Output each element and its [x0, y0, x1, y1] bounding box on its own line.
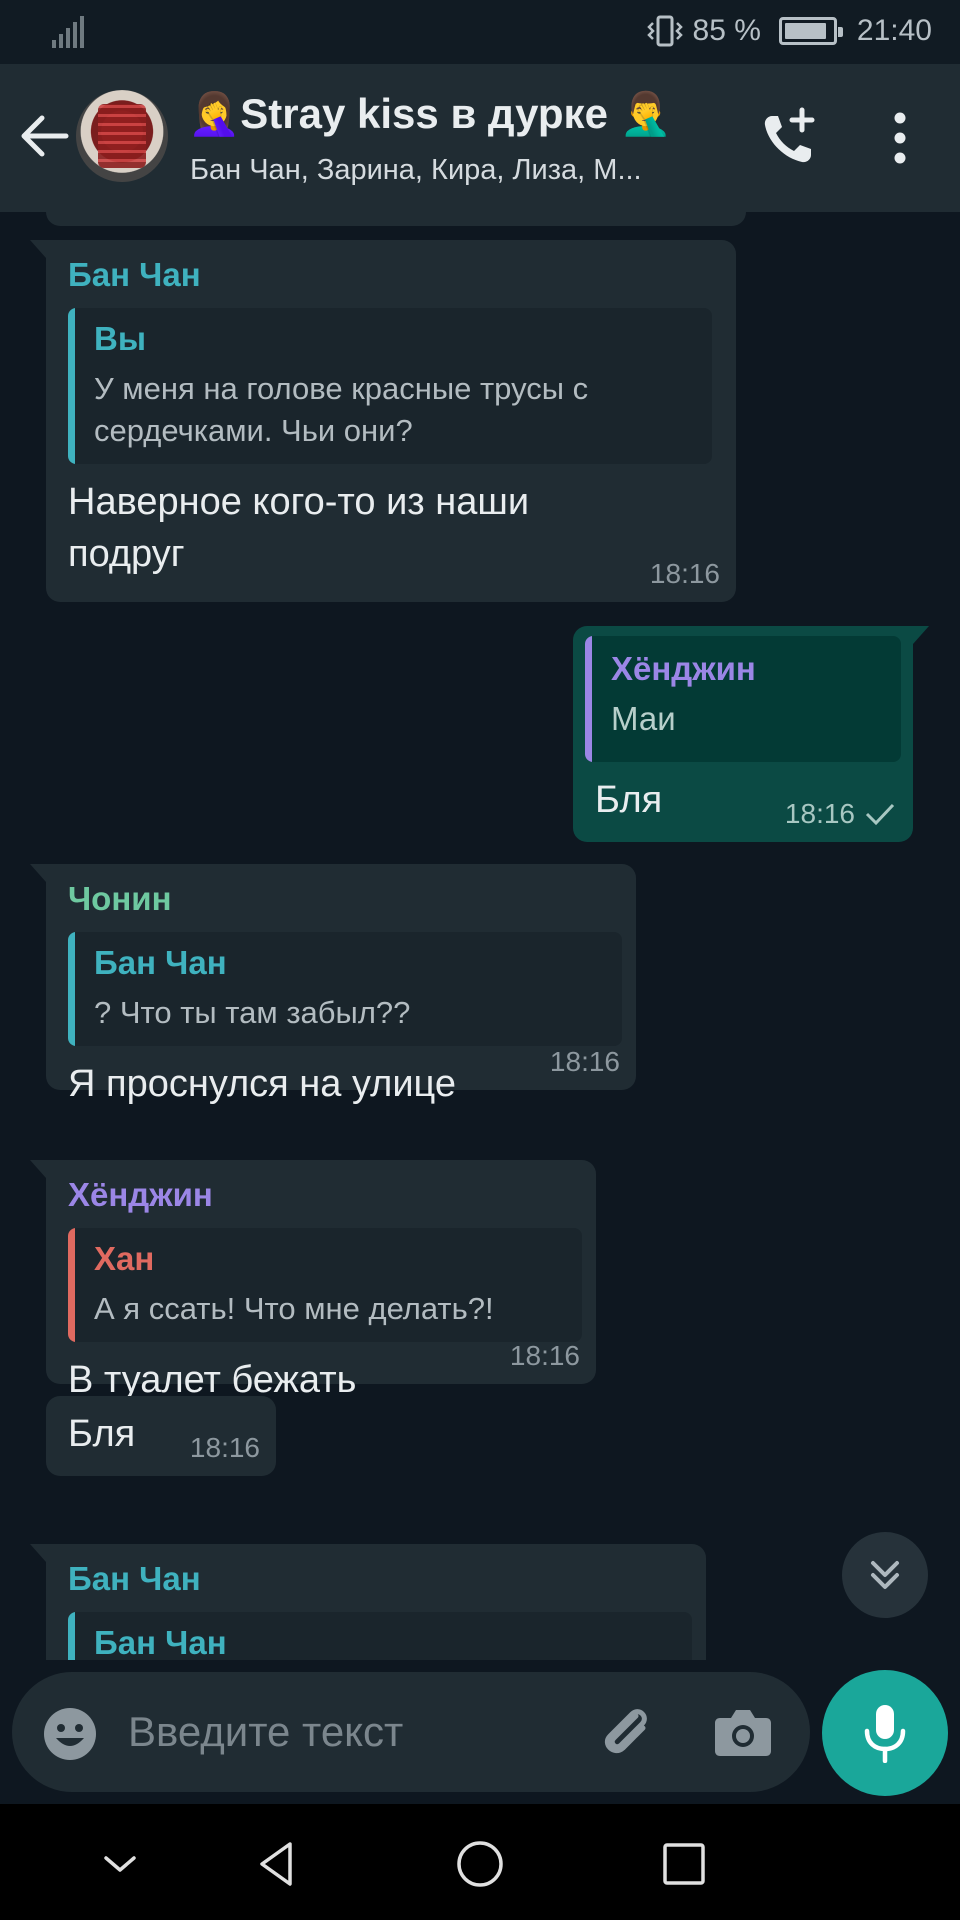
- battery-icon: [778, 17, 843, 45]
- quote-author: Вы: [94, 320, 147, 357]
- quoted-message[interactable]: Бан Чан: [68, 1612, 692, 1660]
- quoted-message[interactable]: Хан А я ссать! Что мне делать?!: [68, 1228, 582, 1342]
- system-nav-bar: [0, 1804, 960, 1920]
- scroll-down-icon: [871, 1561, 899, 1589]
- message-meta: 18:16: [785, 798, 897, 830]
- group-avatar[interactable]: [76, 90, 168, 182]
- status-bar: 85 % 21:40: [0, 0, 960, 64]
- message-time: 18:16: [189, 1432, 260, 1463]
- battery-level: [784, 23, 826, 39]
- quote-author: Хан: [94, 1240, 155, 1277]
- sender-name[interactable]: Бан Чан: [68, 256, 714, 294]
- read-check-icon: [865, 803, 895, 826]
- quote-text: Маи: [611, 700, 676, 737]
- vibrate-icon: [646, 15, 683, 47]
- back-arrow-icon[interactable]: [16, 108, 72, 164]
- quoted-message[interactable]: Вы У меня на голове красные трусы с серд…: [68, 308, 712, 464]
- message-input-container[interactable]: [12, 1672, 810, 1792]
- message-input[interactable]: [128, 1702, 498, 1762]
- message-text: Наверное кого-то из наши подруг: [68, 481, 530, 575]
- sender-name[interactable]: Хёнджин: [68, 1176, 574, 1214]
- signal-icon: [52, 16, 84, 48]
- message-meta: 18:16: [190, 1432, 260, 1464]
- message-bubble-partial[interactable]: [46, 212, 746, 226]
- status-time: 21:40: [856, 14, 932, 47]
- nav-collapse-icon[interactable]: [92, 1836, 148, 1892]
- mic-icon: [864, 1705, 906, 1763]
- quoted-message[interactable]: Бан Чан ? Что ты там забыл??: [68, 932, 622, 1046]
- nav-back-icon[interactable]: [250, 1836, 306, 1892]
- message-time: 18:16: [649, 558, 720, 589]
- whatsapp-chat-screen: 85 % 21:40 🤦‍♀️Stray kiss в дурке 🤦‍♂️ Б…: [0, 0, 960, 1920]
- message-time: 18:16: [784, 798, 855, 829]
- message-text: Я проснулся на улице: [68, 1063, 457, 1105]
- message-bubble[interactable]: Бля 18:16: [46, 1396, 276, 1476]
- scroll-down-button[interactable]: [842, 1532, 928, 1618]
- message-bubble[interactable]: Хёнджин Хан А я ссать! Что мне делать?! …: [30, 1160, 596, 1401]
- battery-percent: 85 %: [692, 14, 761, 47]
- nav-recents-icon[interactable]: [656, 1836, 712, 1892]
- message-meta: 18:16: [550, 1046, 620, 1078]
- quote-author: Хёнджин: [611, 650, 756, 687]
- camera-icon[interactable]: [714, 1706, 772, 1758]
- message-meta: 18:16: [650, 558, 720, 590]
- message-bubble[interactable]: Бан Чан Бан Чан: [30, 1544, 706, 1660]
- more-vert-icon[interactable]: [880, 108, 920, 168]
- mic-button[interactable]: [822, 1670, 948, 1796]
- sender-name[interactable]: Чонин: [68, 880, 614, 918]
- chat-title[interactable]: 🤦‍♀️Stray kiss в дурке 🤦‍♂️: [188, 90, 748, 139]
- nav-home-icon[interactable]: [452, 1836, 508, 1892]
- quoted-message[interactable]: Хёнджин Маи: [585, 636, 901, 762]
- message-time: 18:16: [509, 1340, 580, 1371]
- message-time: 18:16: [549, 1046, 620, 1077]
- message-bubble[interactable]: Бан Чан Вы У меня на голове красные трус…: [30, 240, 736, 602]
- add-call-icon[interactable]: [758, 106, 822, 170]
- chat-header[interactable]: 🤦‍♀️Stray kiss в дурке 🤦‍♂️ Бан Чан, Зар…: [0, 64, 960, 212]
- sender-name[interactable]: Бан Чан: [68, 1560, 684, 1598]
- composer-bar: [0, 1660, 960, 1804]
- message-bubble[interactable]: Чонин Бан Чан ? Что ты там забыл?? Я про…: [30, 864, 636, 1105]
- quote-author: Бан Чан: [94, 1624, 227, 1660]
- message-list[interactable]: Бан Чан Вы У меня на голове красные трус…: [0, 212, 960, 1660]
- message-meta: 18:16: [510, 1340, 580, 1372]
- quote-text: У меня на голове красные трусы с сердечк…: [94, 371, 589, 448]
- quote-text: ? Что ты там забыл??: [94, 995, 411, 1030]
- quote-text: А я ссать! Что мне делать?!: [94, 1291, 494, 1326]
- message-bubble-outgoing[interactable]: Хёнджин Маи Бля 18:16: [573, 626, 929, 842]
- quote-author: Бан Чан: [94, 944, 227, 981]
- chat-participants[interactable]: Бан Чан, Зарина, Кира, Лиза, М...: [190, 154, 730, 187]
- emoji-icon[interactable]: [42, 1706, 98, 1762]
- attach-icon[interactable]: [596, 1702, 656, 1762]
